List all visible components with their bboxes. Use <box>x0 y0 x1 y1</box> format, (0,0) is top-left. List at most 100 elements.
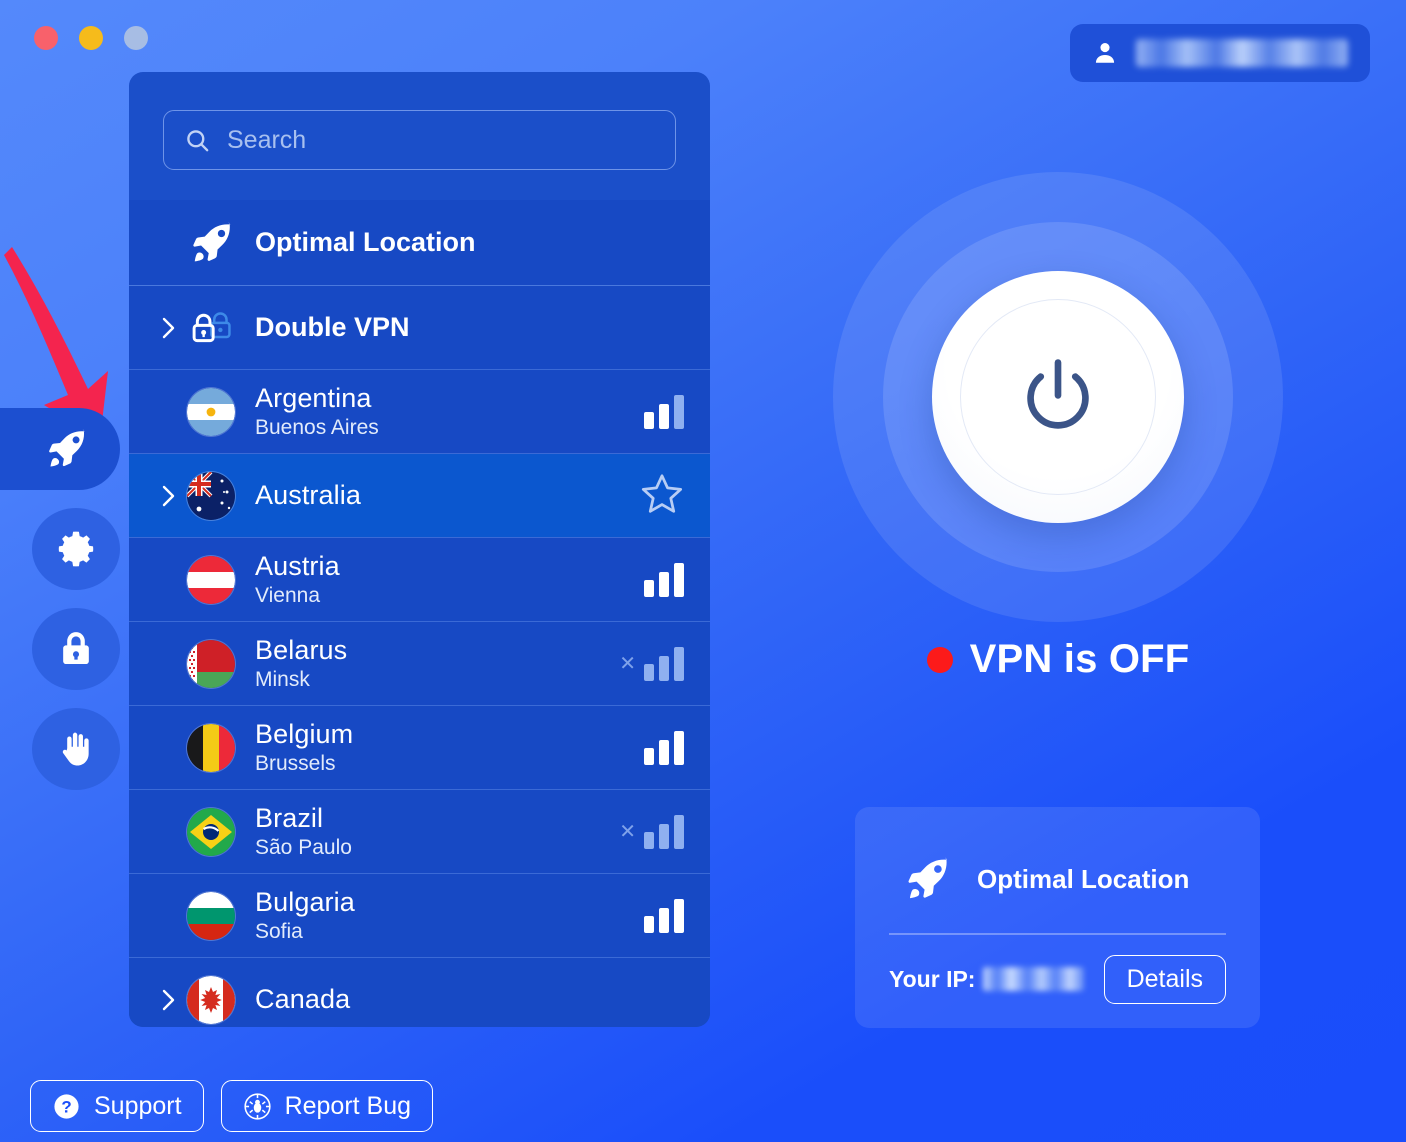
row-trailing <box>644 394 684 429</box>
row-trailing <box>640 471 684 520</box>
double-lock-icon <box>192 311 231 342</box>
rocket-icon <box>193 222 231 261</box>
search-box[interactable] <box>163 110 676 170</box>
unavailable-x-icon: ✕ <box>619 652 636 675</box>
search-container <box>129 72 710 200</box>
row-trailing <box>644 562 684 597</box>
signal-bars-icon <box>644 646 684 681</box>
expand-chevron-icon[interactable] <box>151 313 187 343</box>
status-indicator-dot <box>926 646 953 673</box>
favorite-button[interactable] <box>640 471 684 520</box>
country-text: Brazil São Paulo <box>255 803 619 861</box>
list-item-country[interactable]: Austria Vienna <box>129 538 710 622</box>
close-window-button[interactable] <box>34 26 58 50</box>
account-name-masked <box>1136 39 1348 67</box>
optimal-rocket-icon-wrap <box>187 220 237 266</box>
row-trailing <box>644 898 684 933</box>
row-trailing: ✕ <box>619 646 684 681</box>
country-flag-icon <box>187 891 235 940</box>
double-vpn-label: Double VPN <box>255 312 410 342</box>
rocket-icon <box>49 429 85 467</box>
footer-bar: ? Support Report Bug <box>30 1080 434 1132</box>
maximize-window-button[interactable] <box>124 26 148 50</box>
double-vpn-icon-wrap <box>187 306 237 350</box>
server-rows: Optimal Location Double VPN Argentina Bu… <box>129 200 710 1027</box>
country-name: Australia <box>255 480 361 511</box>
main-panel: VPN is OFF Optimal Location Your IP: Det… <box>710 72 1406 1142</box>
country-city: Minsk <box>255 668 310 692</box>
sidebar-rail <box>0 408 128 808</box>
gear-icon <box>58 531 94 567</box>
country-name: Brazil <box>255 802 324 833</box>
search-input[interactable] <box>227 125 655 155</box>
country-name: Bulgaria <box>255 886 355 917</box>
list-item-country[interactable]: Australia <box>129 454 710 538</box>
list-item-country[interactable]: Bulgaria Sofia <box>129 874 710 958</box>
question-circle-icon: ? <box>54 1093 79 1119</box>
report-bug-label: Report Bug <box>284 1091 412 1120</box>
signal-bars-icon <box>644 898 684 933</box>
chevron-right-icon <box>162 485 175 506</box>
expand-chevron-icon[interactable] <box>151 481 187 511</box>
list-item-country[interactable]: Belarus Minsk ✕ <box>129 622 710 706</box>
support-label: Support <box>94 1091 182 1120</box>
country-rows-container: Argentina Buenos Aires Australia Austria Vie… <box>129 370 710 1027</box>
country-flag-icon <box>187 471 235 520</box>
power-toggle-button[interactable] <box>932 271 1184 523</box>
country-flag-icon <box>187 387 235 436</box>
sidebar-item-security[interactable] <box>32 608 120 690</box>
list-item-double-vpn[interactable]: Double VPN <box>129 286 710 370</box>
power-area <box>823 162 1293 632</box>
country-name: Canada <box>255 984 351 1015</box>
list-item-country[interactable]: Argentina Buenos Aires <box>129 370 710 454</box>
unavailable-x-icon: ✕ <box>619 820 636 843</box>
signal-bars-icon <box>644 730 684 765</box>
country-name: Austria <box>255 550 340 581</box>
chevron-right-icon <box>162 989 175 1010</box>
country-flag-icon <box>187 639 235 688</box>
list-item-country[interactable]: Brazil São Paulo ✕ <box>129 790 710 874</box>
lock-icon <box>63 632 89 665</box>
country-flag-icon <box>187 555 235 604</box>
ip-row: Your IP: Details <box>881 935 1234 1006</box>
window-controls <box>34 26 148 50</box>
country-flag-icon <box>187 723 235 772</box>
sidebar-item-locations[interactable] <box>0 408 120 490</box>
country-text: Bulgaria Sofia <box>255 887 644 945</box>
details-button[interactable]: Details <box>1103 954 1226 1004</box>
status-text: VPN is OFF <box>969 637 1190 681</box>
bug-icon <box>243 1092 271 1120</box>
favorite-star-icon <box>641 474 683 513</box>
support-button[interactable]: ? Support <box>30 1080 204 1132</box>
country-name: Belarus <box>255 634 348 665</box>
rocket-icon <box>908 857 948 899</box>
signal-bars-icon <box>644 814 684 849</box>
country-city: Brussels <box>255 752 336 776</box>
sidebar-item-block[interactable] <box>32 708 120 790</box>
ip-label: Your IP: <box>889 965 976 992</box>
sidebar-item-settings[interactable] <box>32 508 120 590</box>
report-bug-button[interactable]: Report Bug <box>220 1080 434 1132</box>
list-item-country[interactable]: Belgium Brussels <box>129 706 710 790</box>
country-name: Belgium <box>255 718 354 749</box>
location-card-label: Optimal Location <box>977 863 1190 894</box>
list-item-country[interactable]: Canada <box>129 958 710 1027</box>
country-city: Vienna <box>255 584 321 608</box>
country-text: Belgium Brussels <box>255 719 644 777</box>
hand-icon <box>62 732 89 766</box>
list-item-optimal-location[interactable]: Optimal Location <box>129 200 710 286</box>
expand-chevron-icon[interactable] <box>151 985 187 1015</box>
country-text: Canada <box>255 984 684 1015</box>
minimize-window-button[interactable] <box>79 26 103 50</box>
optimal-location-label: Optimal Location <box>255 227 476 257</box>
country-text: Austria Vienna <box>255 551 644 609</box>
svg-text:?: ? <box>61 1097 71 1116</box>
person-icon <box>1095 43 1115 63</box>
location-card-header[interactable]: Optimal Location <box>881 833 1234 933</box>
signal-bars-icon <box>644 394 684 429</box>
country-text: Belarus Minsk <box>255 635 619 693</box>
country-text: Argentina Buenos Aires <box>255 383 644 441</box>
country-city: Sofia <box>255 920 303 944</box>
power-icon <box>1027 359 1089 429</box>
country-name: Argentina <box>255 382 372 413</box>
